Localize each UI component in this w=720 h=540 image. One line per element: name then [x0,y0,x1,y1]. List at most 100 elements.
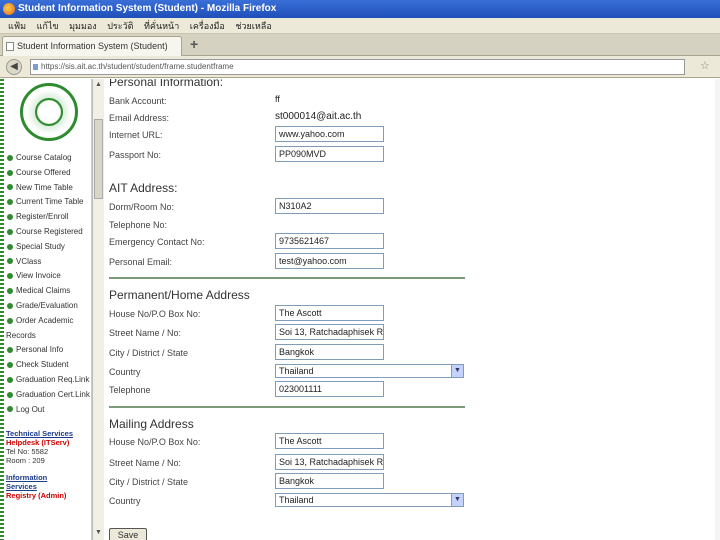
sidebar-item-grade-evaluation[interactable]: Grade/Evaluation [6,299,92,314]
menu-tools[interactable]: เครื่องมือ [190,18,225,34]
mail-house-input[interactable]: The Ascott [275,433,384,449]
dorm-label: Dorm/Room No: [109,202,175,212]
perm-telephone-label: Telephone [109,385,151,395]
perm-country-select[interactable]: Thailand ▼ [275,364,464,378]
internet-url-label: Internet URL: [109,130,163,140]
sidebar-item-new-time-table[interactable]: New Time Table [6,181,92,196]
menu-edit[interactable]: แก้ไข [37,18,59,34]
bullet-icon [7,228,13,235]
telephone-no-label: Telephone No: [109,220,168,230]
back-button[interactable]: ◀ [6,59,22,75]
new-tab-button[interactable]: + [190,36,198,52]
perm-telephone-input[interactable]: 023001111 [275,381,384,397]
menu-bar: แฟ้ม แก้ไข มุมมอง ประวัติ ที่คั่นหน้า เค… [0,18,720,34]
bullet-icon [7,199,13,206]
mail-country-select[interactable]: Thailand ▼ [275,493,464,507]
bullet-icon [7,214,13,221]
menu-history[interactable]: ประวัติ [107,18,133,34]
ait-logo [20,83,78,141]
page-icon [6,42,14,51]
sidebar-item-graduation-req[interactable]: Graduation Req.Link [6,373,92,388]
ait-address-heading: AIT Address: [109,181,178,195]
sidebar-item-log-out[interactable]: Log Out [6,403,92,418]
mail-street-input[interactable]: Soi 13, Ratchadaphisek Rd [275,454,384,470]
section-divider [109,406,465,408]
internet-url-input[interactable]: www.yahoo.com [275,126,384,142]
mail-country-value: Thailand [279,495,314,505]
perm-street-label: Street Name / No: [109,328,182,338]
sidebar-item-label: Register/Enroll [16,212,69,222]
email-value: st000014@ait.ac.th [275,111,362,122]
tab-label: Student Information System (Student) [17,41,168,51]
personal-info-heading: Personal Information: [109,79,224,89]
emergency-contact-input[interactable]: 9735621467 [275,233,384,249]
perm-country-label: Country [109,367,141,377]
address-bar[interactable]: https://sis.ait.ac.th/student/student/fr… [30,59,685,75]
bullet-icon [7,154,13,161]
mail-street-label: Street Name / No: [109,458,182,468]
lock-icon [33,64,38,70]
sidebar-item-label: Course Offered [16,167,71,177]
sidebar-item-vclass[interactable]: VClass [6,255,92,270]
sidebar-item-personal-info[interactable]: Personal Info [6,343,92,358]
perm-house-input[interactable]: The Ascott [275,305,384,321]
dropdown-arrow-icon[interactable]: ▼ [451,365,463,377]
dropdown-arrow-icon[interactable]: ▼ [451,494,463,506]
sidebar-item-current-time-table[interactable]: Current Time Table [6,195,92,210]
info-services-heading-1[interactable]: Information [6,473,92,482]
helpdesk-tel: Tel No: 5582 [6,447,49,456]
right-margin [715,79,720,540]
bullet-icon [7,406,13,413]
tab-active[interactable]: Student Information System (Student) [2,36,182,56]
sidebar-item-view-invoice[interactable]: View Invoice [6,269,92,284]
bank-account-value: ff [275,94,280,104]
sidebar-item-register-enroll[interactable]: Register/Enroll [6,210,92,225]
sidebar-item-label: Graduation Cert.Link [16,389,90,399]
sidebar-scrollbar[interactable]: ▲ ▼ [92,79,104,540]
sidebar-item-graduation-cert[interactable]: Graduation Cert.Link [6,388,92,403]
sidebar-item-label: Order Academic [16,315,74,325]
main-content: Personal Information: Bank Account: ff E… [105,79,720,540]
perm-city-input[interactable]: Bangkok [275,344,384,360]
sidebar-item-course-offered[interactable]: Course Offered [6,166,92,181]
scroll-thumb[interactable] [94,119,103,199]
mail-city-input[interactable]: Bangkok [275,473,384,489]
perm-country-value: Thailand [279,366,314,376]
bullet-icon [7,243,13,250]
menu-file[interactable]: แฟ้ม [8,18,26,34]
sidebar-item-order-academic[interactable]: Order Academic [6,314,92,329]
window-title: Student Information System (Student) - M… [18,3,277,14]
sidebar-item-label: Grade/Evaluation [16,300,78,310]
sidebar-item-check-student[interactable]: Check Student [6,358,92,373]
save-button[interactable]: Save [109,528,147,540]
sidebar-item-label: View Invoice [16,271,61,281]
sidebar-item-label: Records [6,330,36,340]
sidebar-item-course-catalog[interactable]: Course Catalog [6,151,92,166]
bookmark-star-icon[interactable]: ☆ [700,59,710,72]
helpdesk-link[interactable]: Helpdesk (ITServ) [6,438,92,447]
menu-help[interactable]: ช่วยเหลือ [235,18,271,34]
dorm-input[interactable]: N310A2 [275,198,384,214]
passport-label: Passport No: [109,150,162,160]
permanent-address-heading: Permanent/Home Address [109,288,250,302]
passport-input[interactable]: PP090MVD [275,146,384,162]
sidebar-item-course-registered[interactable]: Course Registered [6,225,92,240]
sidebar-item-medical-claims[interactable]: Medical Claims [6,284,92,299]
services-info: Technical Services Helpdesk (ITServ) Tel… [6,429,92,500]
sidebar-item-special-study[interactable]: Special Study [6,240,92,255]
info-services-heading-2[interactable]: Services [6,482,92,491]
sidebar: Course Catalog Course Offered New Time T… [4,79,92,540]
registry-link[interactable]: Registry (Admin) [6,491,92,500]
tech-services-heading[interactable]: Technical Services [6,429,92,438]
scroll-up-icon[interactable]: ▲ [95,81,102,88]
bank-account-label: Bank Account: [109,96,167,106]
menu-view[interactable]: มุมมอง [69,18,97,34]
menu-bookmarks[interactable]: ที่คั่นหน้า [144,18,179,34]
perm-house-label: House No/P.O Box No: [109,309,201,319]
perm-street-input[interactable]: Soi 13, Ratchadaphisek Rd [275,324,384,340]
email-label: Email Address: [109,113,170,123]
scroll-down-icon[interactable]: ▼ [95,529,102,536]
personal-email-input[interactable]: test@yahoo.com [275,253,384,269]
sidebar-item-records[interactable]: Records [6,329,92,344]
mail-city-label: City / District / State [109,477,189,487]
